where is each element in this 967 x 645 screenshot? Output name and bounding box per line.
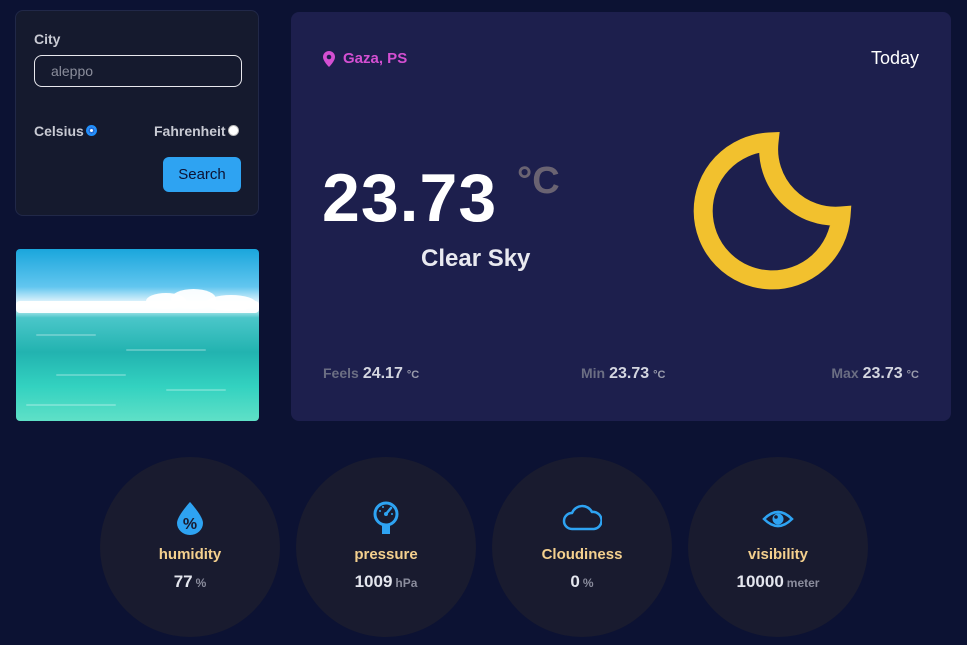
min-label: Min [581, 365, 606, 381]
min-temp-stat: Min 23.73 °C [581, 365, 666, 383]
cloudiness-card: Cloudiness 0% [492, 457, 672, 637]
cloudiness-label: Cloudiness [541, 546, 623, 563]
pressure-unit: hPa [395, 576, 418, 590]
city-input[interactable] [34, 55, 242, 87]
humidity-value: 77 [173, 572, 193, 591]
min-unit: °C [653, 369, 666, 381]
max-label: Max [831, 365, 859, 381]
temperature-unit: °C [517, 160, 560, 202]
celsius-label[interactable]: Celsius [34, 123, 84, 139]
fahrenheit-radio[interactable] [227, 124, 239, 136]
max-value: 23.73 [862, 365, 903, 382]
max-temp-stat: Max 23.73 °C [831, 365, 919, 383]
pressure-card: pressure 1009 hPa [296, 457, 476, 637]
humidity-drop-icon: % [177, 502, 203, 535]
humidity-label: humidity [158, 546, 222, 563]
fahrenheit-label[interactable]: Fahrenheit [154, 123, 226, 139]
location-pin-icon [323, 50, 335, 67]
pressure-label: pressure [354, 546, 418, 563]
feels-unit: °C [406, 369, 420, 381]
feels-like-stat: Feels 24.17 °C [323, 365, 419, 383]
search-button[interactable]: Search [163, 157, 241, 192]
max-unit: °C [906, 369, 919, 381]
visibility-label: visibility [747, 546, 809, 563]
cloudiness-value: 0 [570, 572, 580, 591]
current-weather-card: Gaza, PS Today 23.73 °C Clear Sky Feels … [291, 12, 951, 421]
visibility-unit: meter [786, 576, 820, 590]
visibility-value: 10000 [736, 572, 784, 591]
cloudiness-unit: % [582, 576, 594, 590]
weather-condition: Clear Sky [421, 245, 531, 272]
pressure-value: 1009 [354, 572, 393, 591]
svg-text:%: % [183, 516, 197, 533]
celsius-radio[interactable] [85, 124, 97, 136]
location: Gaza, PS [323, 50, 407, 67]
humidity-unit: % [195, 576, 207, 590]
search-panel: City Celsius Fahrenheit Search [15, 10, 259, 216]
visibility-card: visibility 10000 meter [688, 457, 868, 637]
celsius-option[interactable]: Celsius [34, 123, 97, 139]
feels-label: Feels [323, 365, 359, 381]
crescent-moon-icon [693, 131, 852, 290]
city-label: City [34, 31, 61, 47]
eye-icon [762, 510, 794, 528]
weather-background-image [16, 249, 259, 421]
min-value: 23.73 [609, 365, 650, 382]
pressure-gauge-icon [373, 501, 399, 534]
humidity-card: % humidity 77% [100, 457, 280, 637]
cloud-icon [562, 504, 602, 531]
day-label: Today [870, 48, 919, 68]
feels-value: 24.17 [362, 365, 403, 382]
fahrenheit-option[interactable]: Fahrenheit [154, 123, 239, 139]
temperature-value: 23.73 [322, 160, 498, 236]
location-name: Gaza, PS [343, 50, 408, 67]
